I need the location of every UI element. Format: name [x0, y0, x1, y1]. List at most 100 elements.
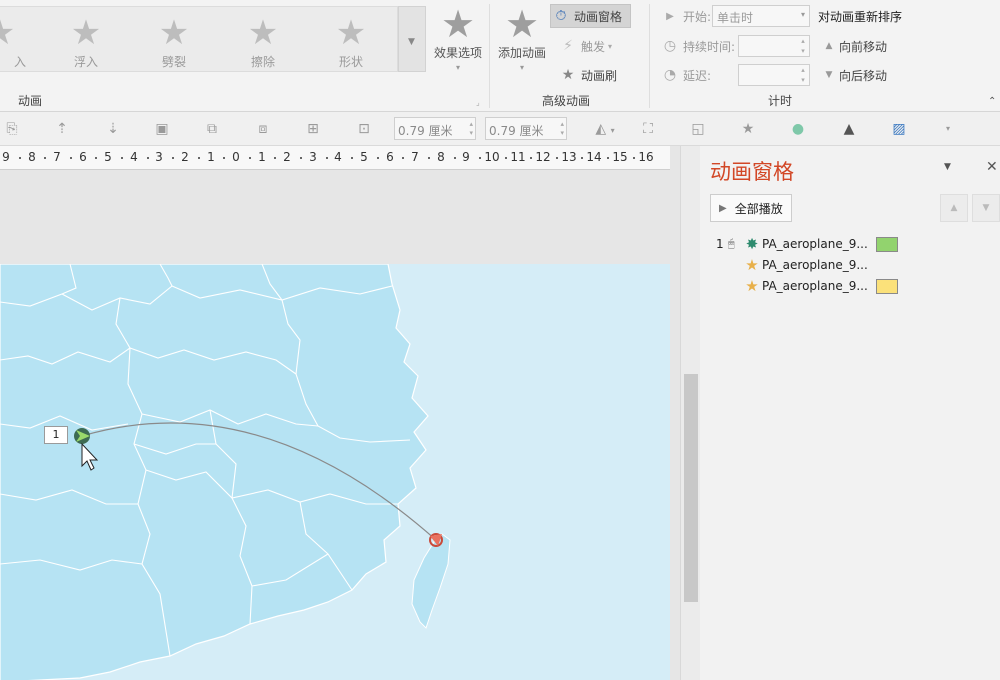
ruler-tick	[428, 157, 430, 159]
ruler-label: 0	[232, 150, 240, 164]
ruler-tick	[326, 157, 328, 159]
animation-painter-label: 动画刷	[581, 68, 618, 83]
vertical-scrollbar[interactable]	[680, 146, 700, 680]
collapse-ribbon-icon[interactable]: ⌃	[988, 96, 996, 107]
ruler-label: 12	[535, 150, 551, 164]
timeline-bar[interactable]	[876, 278, 898, 294]
oval-shape-icon[interactable]: ●	[788, 119, 808, 139]
star-effect-icon[interactable]: ★	[738, 119, 758, 139]
ruler-tick	[402, 157, 404, 159]
move-up-button[interactable]: ▲	[940, 194, 968, 222]
delay-clock-icon: ◔	[663, 67, 677, 83]
play-all-label: 全部播放	[734, 201, 783, 216]
gallery-item-shape[interactable]: ★ 形状	[321, 15, 381, 71]
ruler-label: 2	[283, 150, 291, 164]
lightning-icon: ⚡	[563, 38, 573, 54]
ruler-tick	[172, 157, 174, 159]
ruler-tick	[223, 157, 225, 159]
gallery-item-split[interactable]: ★ 劈裂	[144, 15, 204, 71]
page-corner-icon[interactable]: ◱	[688, 119, 708, 139]
duration-input[interactable]: ▴ ▾	[738, 35, 810, 57]
animation-item[interactable]: 1 🖱 ✸ PA_aeroplane_9...	[716, 234, 916, 254]
spinner-icon[interactable]: ▴ ▾	[797, 36, 809, 56]
gallery-label: 擦除	[250, 55, 275, 69]
crop-icon[interactable]: ⊡	[354, 119, 374, 139]
ruler-tick	[633, 157, 635, 159]
ruler-label: 1	[207, 150, 215, 164]
animation-pane-button[interactable]: ⏱ 动画窗格	[550, 4, 632, 28]
gallery-item-float-in[interactable]: ★ 浮入	[56, 15, 116, 71]
trigger-button[interactable]: ⚡ 触发 ▾	[558, 34, 612, 58]
gallery-item-wipe[interactable]: ★ 擦除	[233, 15, 293, 71]
ruler-tick	[19, 157, 21, 159]
ruler-tick	[377, 157, 379, 159]
effect-burst-icon: ✸	[745, 235, 759, 253]
gallery-more-button[interactable]: ▼	[398, 6, 426, 72]
selection-pane-icon[interactable]: ▣	[152, 119, 172, 139]
animation-order-tag[interactable]: 1	[44, 426, 68, 444]
shape-fill-icon[interactable]: ◭ ▾	[590, 119, 620, 139]
start-label-text: 开始:	[683, 9, 712, 24]
clock-icon: ◷	[663, 38, 677, 54]
slide-canvas: 1	[0, 170, 680, 680]
group-label-advanced: 高级动画	[542, 94, 591, 108]
format-toolbar: ⎘ ⇡ ⇣ ▣ ⧉ ⧈ ⊞ ⊡ 0.79 厘米 ▴ ▾ 0.79 厘米 ▴ ▾ ◭ …	[0, 112, 1000, 146]
close-icon[interactable]: ✕	[986, 159, 998, 175]
star-split-icon: ★	[158, 13, 190, 53]
ruler-tick	[351, 157, 353, 159]
ribbon: ★ 入 ★ 浮入 ★ 劈裂 ★ 擦除 ★ 形状 ▼ ★ 效果选项 ▾ 动画 ⌟ …	[0, 0, 1000, 112]
format-painter-icon[interactable]: ⛶	[638, 119, 658, 139]
spinner-icon[interactable]: ▴ ▾	[560, 120, 564, 138]
play-all-button[interactable]: ▶ 全部播放	[710, 194, 792, 222]
ruler-tick	[44, 157, 46, 159]
move-later-label: 向后移动	[839, 68, 888, 83]
spinner-icon[interactable]: ▴ ▾	[797, 65, 809, 85]
chevron-down-icon: ▾	[519, 63, 524, 72]
gallery-item-fly-in[interactable]: ★ 入	[0, 15, 30, 71]
start-label: ▶ 开始:	[660, 4, 711, 28]
move-down-button[interactable]: ▼	[972, 194, 1000, 222]
bring-forward-icon[interactable]: ⇡	[52, 119, 72, 139]
add-animation-button[interactable]: ★ 添加动画 ▾	[494, 4, 550, 72]
rotate-icon[interactable]: ⎘	[2, 119, 22, 139]
effect-options-label: 效果选项	[433, 46, 482, 60]
send-backward-icon[interactable]: ⇣	[103, 119, 123, 139]
ruler-label: 5	[360, 150, 368, 164]
ruler-label: 3	[309, 150, 317, 164]
effect-options-button[interactable]: ★ 效果选项 ▾	[430, 4, 486, 72]
toolbar-more-icon[interactable]: ▾	[938, 119, 958, 139]
ruler-label: 9	[2, 150, 10, 164]
timeline-bar[interactable]	[876, 236, 898, 252]
picture-icon[interactable]: ▨	[889, 119, 909, 139]
delay-label-text: 延迟:	[683, 68, 712, 83]
group-icon[interactable]: ⧈	[253, 119, 273, 139]
align-icon[interactable]: ⧉	[202, 119, 222, 139]
pane-options-icon[interactable]: ▼	[944, 162, 951, 172]
spinner-icon[interactable]: ▴ ▾	[469, 120, 473, 138]
scrollbar-thumb[interactable]	[684, 374, 698, 602]
shape-height-input[interactable]: 0.79 厘米 ▴ ▾	[394, 117, 476, 140]
dialog-launcher-icon[interactable]: ⌟	[476, 98, 480, 107]
animation-item[interactable]: ★ PA_aeroplane_9...	[716, 255, 916, 275]
start-select[interactable]: 单击时 ▾	[712, 5, 810, 27]
delay-input[interactable]: ▴ ▾	[738, 64, 810, 86]
trigger-label: 触发	[581, 39, 606, 54]
ruler-tick	[607, 157, 609, 159]
animation-painter-button[interactable]: ★ 动画刷	[558, 63, 617, 87]
ruler-tick	[70, 157, 72, 159]
move-earlier-button[interactable]: ▲ 向前移动	[822, 34, 887, 58]
chevron-down-icon: ▾	[800, 10, 805, 19]
ungroup-icon[interactable]: ⊞	[303, 119, 323, 139]
mountain-icon[interactable]: ▲	[839, 119, 859, 139]
slide[interactable]: 1	[0, 263, 670, 680]
move-later-button[interactable]: ▼ 向后移动	[822, 63, 887, 87]
shape-height-value: 0.79 厘米	[398, 124, 453, 138]
triangle-down-icon: ▼	[825, 70, 833, 80]
star-icon: ★	[440, 2, 476, 46]
chevron-down-icon: ▾	[608, 41, 613, 51]
star-painter-icon: ★	[561, 67, 575, 83]
add-star-icon: ★	[504, 2, 540, 46]
shape-width-input[interactable]: 0.79 厘米 ▴ ▾	[485, 117, 567, 140]
ruler-label: 11	[510, 150, 526, 164]
animation-item[interactable]: ★ PA_aeroplane_9...	[716, 276, 916, 296]
